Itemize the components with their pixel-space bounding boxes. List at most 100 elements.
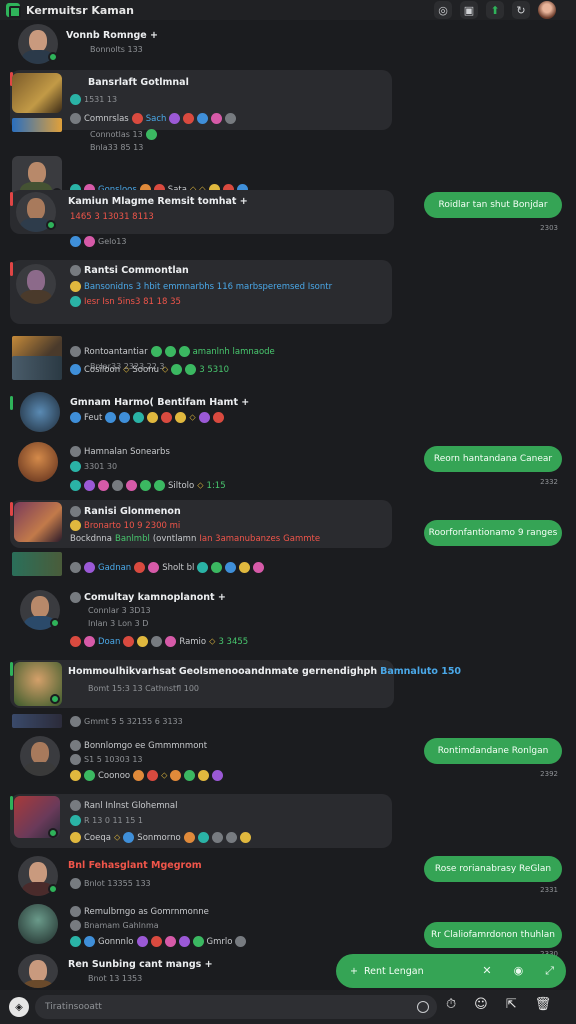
- app-logo-icon: [6, 3, 21, 18]
- online-status-icon: [48, 884, 58, 894]
- top-icon-group: ◎ ▣ ⬆ ↻: [434, 1, 556, 19]
- message-card[interactable]: [10, 260, 392, 324]
- message-author: Remulbrngo as Gomrnmonne: [70, 906, 209, 917]
- game-thumb[interactable]: [12, 356, 62, 380]
- smiley-icon[interactable]: ☺: [474, 997, 488, 1012]
- message-meta: Bomt 15:3 13 Cathnstfl 100: [88, 684, 200, 693]
- message-row: Ranl Inlnst Glohemnal R 13 0 11 15 1 Coe…: [0, 794, 576, 852]
- expand-icon[interactable]: ⤢: [545, 964, 554, 978]
- sticker-icon[interactable]: ◉: [514, 964, 524, 978]
- app-title: Kermuitsr Kaman: [26, 3, 135, 17]
- message-row: Kamiun Mlagme Remsit tomhat + 1465 3 130…: [0, 190, 576, 256]
- quick-reply-bar[interactable]: + Rent Lengan ✕ ◉ ⤢: [336, 954, 566, 988]
- game-thumb[interactable]: [12, 73, 62, 113]
- message-meta: Bnlot 13355 133: [70, 878, 151, 889]
- user-avatar[interactable]: [14, 502, 62, 542]
- share-icon[interactable]: ⇱: [506, 997, 517, 1012]
- message-meta: 3301 30: [70, 461, 117, 472]
- user-avatar[interactable]: [18, 904, 58, 944]
- message-row: Cosiloon ⬦ Soonu ⬦ 3 5310: [0, 356, 576, 386]
- user-avatar[interactable]: [18, 442, 58, 482]
- image-icon[interactable]: ▣: [460, 1, 478, 19]
- rank-icon: [70, 94, 81, 105]
- user-avatar[interactable]: [16, 264, 56, 304]
- message-line: Comnrslas Sach: [70, 113, 237, 124]
- message-author: Kamiun Mlagme Remsit tomhat +: [68, 196, 248, 207]
- plus-icon: +: [350, 965, 358, 977]
- message-line: Cosiloon ⬦ Soonu ⬦ 3 5310: [70, 364, 229, 375]
- message-row: Bonnlomgo ee Gmmmnmont S1 5 10303 13 Coo…: [0, 736, 576, 796]
- message-line: Gmmt 5 5 32155 6 3133: [70, 716, 183, 727]
- message-input[interactable]: Tiratinsooatt: [35, 995, 437, 1019]
- message-meta: Bnot 13 1353: [88, 974, 143, 983]
- message-line: Gadnan Sholt bl: [70, 562, 265, 573]
- user-avatar[interactable]: [538, 1, 556, 19]
- message-line: Coonoo ⬦: [70, 770, 224, 781]
- refresh-icon[interactable]: ↻: [512, 1, 530, 19]
- message-row: Bansrlaft Gotlmnal 1531 13 Comnrslas Sac…: [0, 70, 576, 202]
- message-row: Remulbrngo as Gomrnmonne Bnamam Gahlnma …: [0, 900, 576, 960]
- reply-bubble[interactable]: Reorn hantandana Canear: [424, 446, 562, 472]
- message-author: Bansrlaft Gotlmnal: [88, 77, 189, 88]
- message-composer: ◈ Tiratinsooatt ⏱ ☺ ⇱ 🗑: [0, 990, 576, 1024]
- quick-reply-label[interactable]: + Rent Lengan: [350, 966, 424, 977]
- close-icon[interactable]: ✕: [482, 964, 491, 978]
- reply-time: 2331: [540, 886, 558, 894]
- game-thumb[interactable]: [12, 714, 62, 728]
- game-thumb[interactable]: [12, 552, 62, 576]
- reply-bubble[interactable]: Rontimdandane Ronlgan: [424, 738, 562, 764]
- message-line: Coeqa ⬦ Sonmorno: [70, 832, 251, 843]
- message-author: Ren Sunbing cant mangs +: [68, 959, 213, 970]
- online-status-icon: [50, 618, 60, 628]
- reply-bubble[interactable]: Roorfonfantionamo 9 ranges: [424, 520, 562, 546]
- online-status-icon: [50, 694, 60, 704]
- champion-icon: [211, 113, 223, 124]
- message-line: Connotlas 13: [90, 129, 157, 140]
- message-card: [10, 394, 13, 410]
- message-meta: 1531 13: [70, 94, 117, 105]
- message-line: Doan Ramio ⬦ 3 3455: [70, 636, 248, 647]
- message-author: Bonnlomgo ee Gmmmnmont: [70, 740, 207, 751]
- message-meta: Inlan 3 Lon 3 D: [88, 619, 149, 628]
- online-status-icon: [48, 828, 58, 838]
- message-meta: Gelo13: [70, 236, 126, 247]
- champion-icon: [225, 113, 237, 124]
- user-avatar[interactable]: [20, 392, 60, 432]
- message-feed[interactable]: Vonnb Romnge + Bonnolts 133 Bansrlaft Go…: [0, 20, 576, 990]
- trash-icon[interactable]: 🗑: [535, 997, 552, 1012]
- online-status-icon: [48, 52, 58, 62]
- message-author: Hommoulhikvarhsat Geolsmenooandnmate gern…: [68, 666, 462, 677]
- composer-actions: ⏱ ☺ ⇱ 🗑: [446, 997, 551, 1012]
- message-row: Hamnalan Sonearbs 3301 30 Siltolo ⬦ 1:15 …: [0, 440, 576, 498]
- reply-bubble[interactable]: Roidlar tan shut Bonjdar: [424, 192, 562, 218]
- message-line: Bnla33 85 13: [90, 143, 144, 152]
- user-avatar[interactable]: [18, 954, 58, 988]
- message-author: Vonnb Romnge +: [66, 30, 159, 41]
- message-author: Hamnalan Sonearbs: [70, 446, 170, 457]
- message-author: Comultay kamnoplanont +: [70, 592, 226, 603]
- message-row: Hommoulhikvarhsat Geolsmenooandnmate gern…: [0, 660, 576, 744]
- message-input-placeholder: Tiratinsooatt: [45, 1002, 102, 1012]
- message-author: Bnl Fehasglant Mgegrom: [68, 860, 202, 871]
- quick-reply-actions: ✕ ◉ ⤢: [482, 964, 554, 978]
- attach-icon[interactable]: ◈: [9, 997, 29, 1017]
- game-thumb[interactable]: [12, 118, 62, 132]
- sync-icon[interactable]: ◎: [434, 1, 452, 19]
- user-avatar[interactable]: [20, 736, 60, 776]
- message-line: Iesr Isn 5ins3 81 18 35: [70, 296, 181, 307]
- message-row: Vonnb Romnge + Bonnolts 133: [0, 22, 576, 66]
- reply-bubble[interactable]: Rose rorianabrasy ReGlan: [424, 856, 562, 882]
- message-line: Gonnnlo Gmrlo: [70, 936, 247, 947]
- timer-icon[interactable]: ⏱: [446, 997, 456, 1012]
- upload-icon[interactable]: ⬆: [486, 1, 504, 19]
- message-line: Bansonidns 3 hbit emmnarbhs 116 marbsper…: [70, 281, 332, 292]
- reply-time: 2303: [540, 224, 558, 232]
- message-author: Ranisi Glonmenon: [70, 506, 181, 517]
- message-line: Bockdnna Banlmbl (ovntlamn Ian 3amanubanze…: [70, 534, 321, 544]
- reply-time: 2332: [540, 478, 558, 486]
- message-row: Comultay kamnoplanont + Connlar 3 3D13 I…: [0, 586, 576, 656]
- emoji-icon[interactable]: [417, 1001, 429, 1013]
- message-meta: S1 5 10303 13: [70, 754, 143, 765]
- reply-bubble[interactable]: Rr Claliofamrdonon thuhlan: [424, 922, 562, 948]
- reply-time: 2392: [540, 770, 558, 778]
